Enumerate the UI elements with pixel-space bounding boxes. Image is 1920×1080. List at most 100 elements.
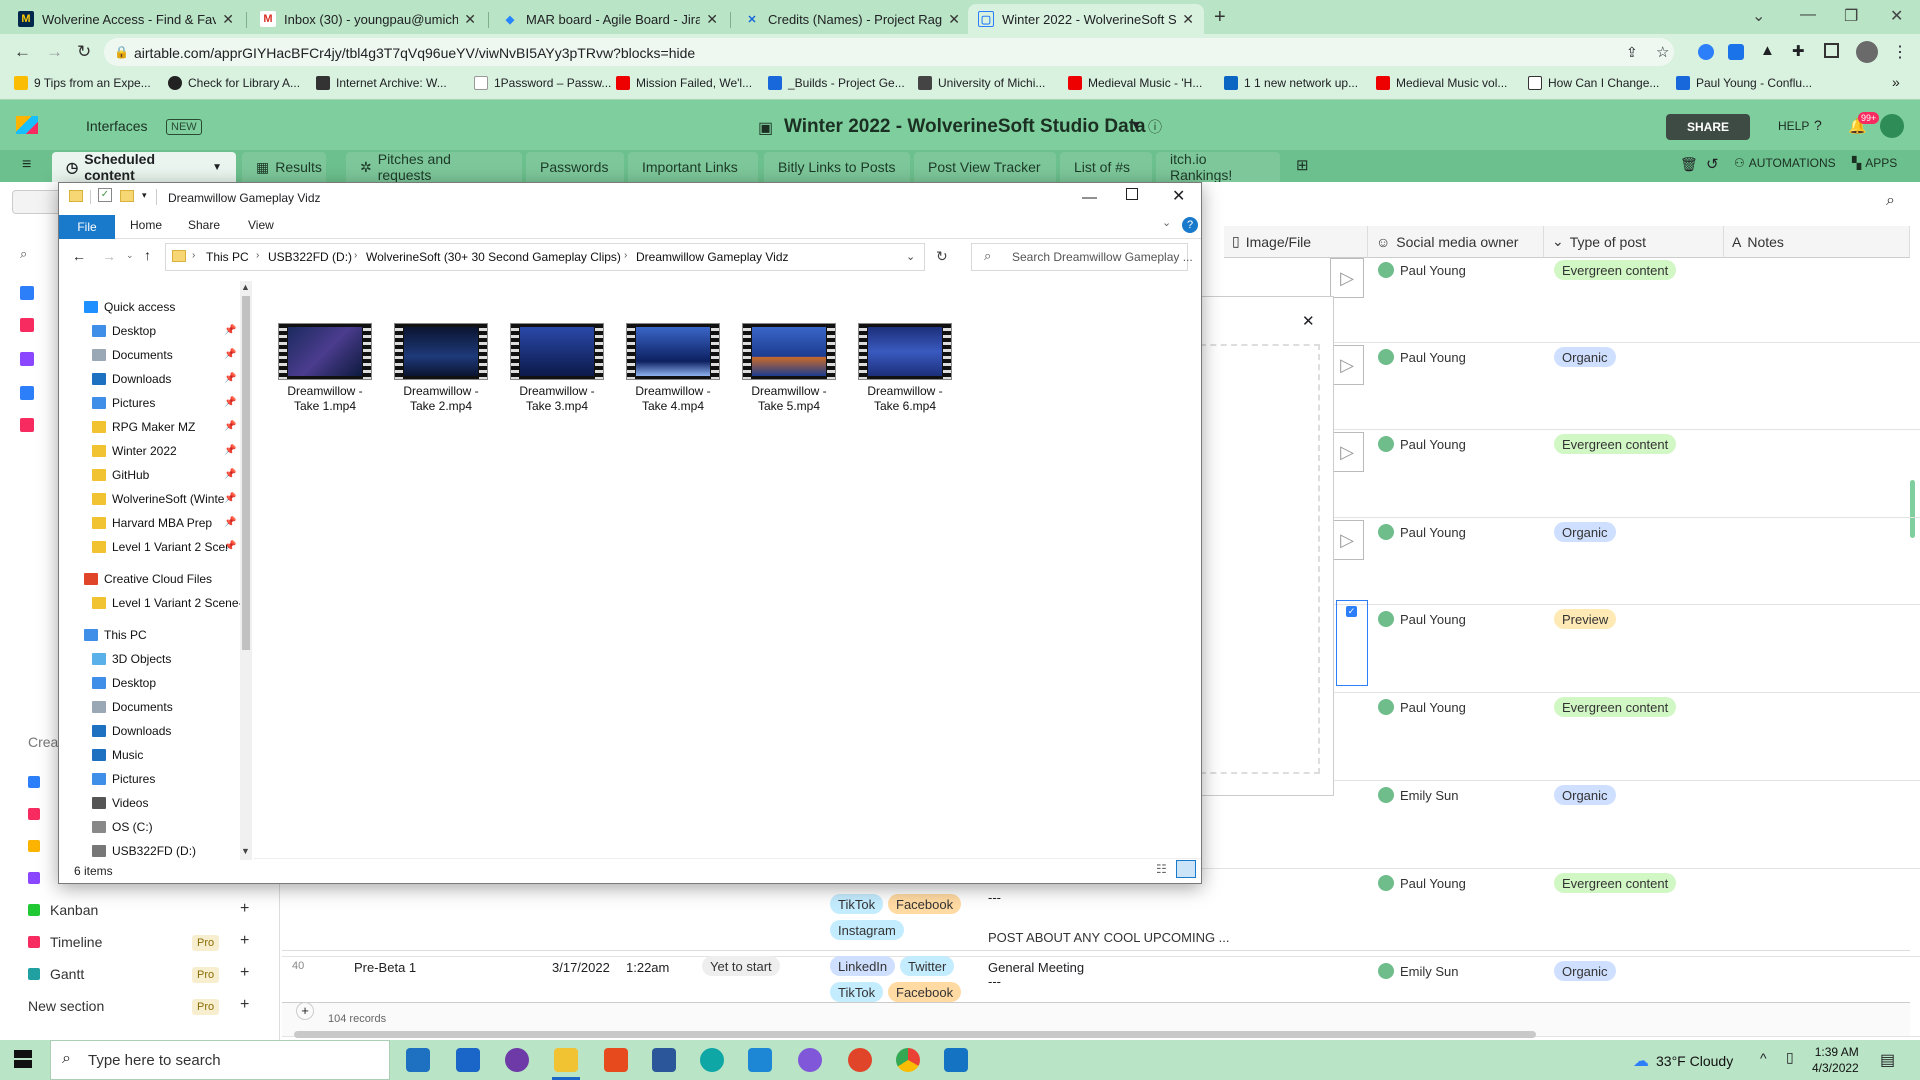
hamburger-menu-icon[interactable]: ≡ bbox=[22, 156, 31, 174]
form-view-icon[interactable] bbox=[28, 808, 40, 820]
create-timeline[interactable]: Timeline bbox=[28, 934, 102, 950]
nav-item[interactable]: Level 1 Variant 2 Scene-... bbox=[92, 591, 253, 615]
automations-button[interactable]: ⚇ AUTOMATIONS bbox=[1734, 156, 1836, 170]
create-gantt[interactable]: Gantt bbox=[28, 966, 84, 982]
video-thumbnail-icon[interactable]: ▷ bbox=[1330, 258, 1364, 298]
bookmark[interactable]: Medieval Music - 'H... bbox=[1068, 76, 1202, 90]
nav-item[interactable]: Downloads bbox=[92, 367, 171, 391]
browser-tab[interactable]: M Inbox (30) - youngpau@umich.e ✕ bbox=[250, 4, 486, 34]
help-icon[interactable]: ? bbox=[1814, 117, 1822, 133]
file-name[interactable]: Dreamwillow - Take 3.mp4 bbox=[499, 384, 615, 414]
row-name[interactable]: Pre-Beta 1 bbox=[354, 960, 416, 975]
owner-cell[interactable]: Paul Young bbox=[1378, 524, 1466, 540]
chrome-icon[interactable] bbox=[896, 1048, 920, 1072]
expand-ribbon-chevron-icon[interactable]: ⌄ bbox=[1162, 216, 1171, 229]
nav-item[interactable]: Winter 2022 bbox=[92, 439, 177, 463]
file-name[interactable]: Dreamwillow - Take 4.mp4 bbox=[615, 384, 731, 414]
file-name[interactable]: Dreamwillow - Take 2.mp4 bbox=[383, 384, 499, 414]
minimize-icon[interactable]: — bbox=[1082, 189, 1097, 206]
video-thumbnail[interactable] bbox=[510, 323, 604, 380]
add-kanban-plus-icon[interactable]: + bbox=[240, 900, 249, 918]
owner-cell[interactable]: Paul Young bbox=[1378, 875, 1466, 891]
ribbon-view-tab[interactable]: View bbox=[248, 218, 274, 232]
close-tab-icon[interactable]: ✕ bbox=[948, 11, 960, 28]
ribbon-home-tab[interactable]: Home bbox=[130, 218, 162, 232]
close-window-icon[interactable]: ✕ bbox=[1172, 186, 1185, 206]
create-kanban[interactable]: Kanban bbox=[28, 902, 98, 918]
close-window-icon[interactable]: ✕ bbox=[1890, 6, 1903, 26]
nav-item[interactable]: Desktop bbox=[92, 671, 156, 695]
minimize-icon[interactable]: — bbox=[1800, 6, 1816, 24]
back-arrow-icon[interactable]: ← bbox=[14, 42, 31, 62]
nav-item[interactable]: Music bbox=[92, 743, 143, 767]
bookmark[interactable]: 9 Tips from an Expe... bbox=[14, 76, 151, 90]
recent-locations-chevron-icon[interactable]: ⌄ bbox=[126, 250, 134, 261]
quick-access-toolbar-dropdown-icon[interactable]: ▾ bbox=[142, 190, 147, 201]
nav-item[interactable]: Pictures bbox=[92, 767, 155, 791]
bookmark[interactable]: University of Michi... bbox=[918, 76, 1045, 90]
add-timeline-plus-icon[interactable]: + bbox=[240, 932, 249, 950]
owner-cell[interactable]: Paul Young bbox=[1378, 436, 1466, 452]
browser-menu-icon[interactable]: ⋮ bbox=[1892, 42, 1908, 62]
close-tab-icon[interactable]: ✕ bbox=[706, 11, 718, 28]
owner-cell[interactable]: Paul Young bbox=[1378, 699, 1466, 715]
nav-item[interactable]: Documents bbox=[92, 695, 173, 719]
reload-icon[interactable]: ↻ bbox=[77, 42, 91, 62]
nav-item[interactable]: Desktop bbox=[92, 319, 156, 343]
close-tab-icon[interactable]: ✕ bbox=[1182, 11, 1194, 28]
trash-icon[interactable]: 🗑 bbox=[1680, 156, 1698, 173]
add-record-plus-icon[interactable]: + bbox=[296, 1002, 314, 1020]
add-table-icon[interactable]: ⊞ bbox=[1296, 156, 1309, 174]
video-thumbnail[interactable] bbox=[742, 323, 836, 380]
bookmark[interactable]: Mission Failed, We'l... bbox=[616, 76, 752, 90]
taskbar-clock[interactable]: 1:39 AM 4/3/2022 bbox=[1812, 1044, 1859, 1076]
up-arrow-icon[interactable]: ↑ bbox=[144, 247, 151, 263]
app-icon[interactable] bbox=[505, 1048, 529, 1072]
nav-item[interactable]: 3D Objects bbox=[92, 647, 171, 671]
file-explorer-icon[interactable] bbox=[554, 1048, 578, 1072]
gallery-view-icon[interactable] bbox=[28, 872, 40, 884]
owner-cell[interactable]: Paul Young bbox=[1378, 262, 1466, 278]
discord-icon[interactable] bbox=[798, 1048, 822, 1072]
add-section-plus-icon[interactable]: + bbox=[240, 996, 249, 1014]
extension-icon[interactable]: ▲ bbox=[1760, 42, 1775, 59]
column-header-image[interactable]: ▯ Image/File bbox=[1224, 226, 1368, 258]
nav-item[interactable]: Videos bbox=[92, 791, 148, 815]
close-tab-icon[interactable]: ✕ bbox=[222, 11, 234, 28]
video-thumbnail-icon[interactable]: ▷ bbox=[1330, 520, 1364, 560]
photos-icon[interactable] bbox=[944, 1048, 968, 1072]
owner-cell[interactable]: Emily Sun bbox=[1378, 787, 1459, 803]
breadcrumb-item[interactable]: USB322FD (D:) bbox=[268, 250, 352, 264]
airtable-logo[interactable] bbox=[16, 116, 38, 134]
more-bookmarks-icon[interactable]: » bbox=[1892, 74, 1900, 90]
properties-check-icon[interactable]: ✓ bbox=[98, 188, 112, 202]
interfaces-link[interactable]: Interfaces bbox=[86, 118, 147, 134]
owner-cell[interactable]: Emily Sun bbox=[1378, 963, 1459, 979]
nav-item[interactable]: Level 1 Variant 2 Scer bbox=[92, 535, 229, 559]
bookmark[interactable]: Medieval Music vol... bbox=[1376, 76, 1507, 90]
tab-passwords[interactable]: Passwords bbox=[526, 152, 624, 182]
tab-post-view-tracker[interactable]: Post View Tracker bbox=[914, 152, 1056, 182]
ribbon-file-tab[interactable]: File bbox=[59, 215, 115, 239]
add-gantt-plus-icon[interactable]: + bbox=[240, 964, 249, 982]
info-icon[interactable]: ⓘ bbox=[1148, 117, 1162, 137]
maximize-icon[interactable] bbox=[1126, 188, 1138, 200]
share-page-icon[interactable]: ⇪ bbox=[1626, 44, 1638, 61]
nav-item[interactable]: GitHub bbox=[92, 463, 149, 487]
nav-item[interactable]: Pictures bbox=[92, 391, 155, 415]
history-icon[interactable]: ↺ bbox=[1706, 155, 1719, 173]
form-view-icon[interactable] bbox=[20, 418, 34, 432]
vscode-icon[interactable] bbox=[748, 1048, 772, 1072]
tab-search-chevron-icon[interactable]: ⌄ bbox=[1752, 6, 1765, 26]
forward-arrow-icon[interactable]: → bbox=[102, 248, 116, 264]
bookmark[interactable]: How Can I Change... bbox=[1528, 76, 1659, 90]
file-name[interactable]: Dreamwillow - Take 5.mp4 bbox=[731, 384, 847, 414]
tab-results[interactable]: ▦ Results bbox=[242, 152, 326, 182]
column-header-type[interactable]: ⌄ Type of post bbox=[1544, 226, 1724, 258]
attachment-dropzone[interactable] bbox=[1200, 344, 1320, 774]
tab-scheduled-content[interactable]: ◷ Scheduled content ▼ bbox=[52, 151, 236, 183]
bookmark[interactable]: 1 1 new network up... bbox=[1224, 76, 1358, 90]
back-arrow-icon[interactable]: ← bbox=[72, 248, 86, 264]
help-icon[interactable]: ? bbox=[1182, 217, 1198, 233]
bookmark[interactable]: 1Password – Passw... bbox=[474, 76, 611, 90]
